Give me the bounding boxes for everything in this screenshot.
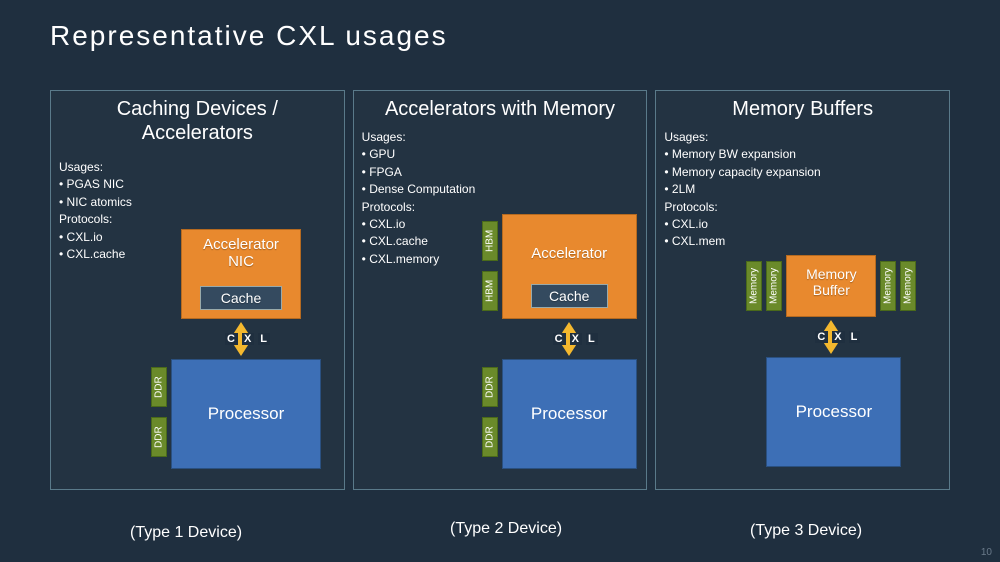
cxl-l: L [586,333,598,345]
panels-row: Caching Devices / Accelerators Usages: P… [50,90,950,490]
panel2-usage-0: GPU [362,146,476,163]
panel3-device-line2: Buffer [787,282,875,298]
panel2-device-line1: Accelerator [531,245,607,262]
panel1-title-line2: Accelerators [142,122,253,144]
cxl-l: L [849,331,861,343]
panel1-cxl-label: CXL [223,333,272,345]
panel3-membuffer-box: Memory Buffer [786,255,876,317]
panel1-processor: Processor [171,359,321,469]
panel3-usage-0: Memory BW expansion [664,146,820,163]
panel2-title: Accelerators with Memory [354,91,647,123]
panel3-usage-2: 2LM [664,181,820,198]
panel3-mem-r0: Memory [880,261,896,311]
panel1-title: Caching Devices / Accelerators [51,91,344,147]
panel1-cache: Cache [200,286,282,310]
panel1-diagram: Accelerator NIC Cache CXL DDR DDR Proces… [51,239,344,489]
caption-type1: (Type 1 Device) [130,524,242,542]
panel2-usage-1: FPGA [362,164,476,181]
panel2-hbm-0: HBM [482,221,498,261]
cxl-c: C [553,333,566,345]
panel2-usages-hdr: Usages: [362,129,476,146]
panel2-ddr-1: DDR [482,417,498,457]
cxl-x: X [242,333,254,345]
panel-type2: Accelerators with Memory Usages: GPU FPG… [353,90,648,490]
panel-type3: Memory Buffers Usages: Memory BW expansi… [655,90,950,490]
cxl-x: X [832,331,844,343]
panel3-diagram: Memory Memory Memory Buffer Memory Memor… [656,239,949,489]
panel3-usage-1: Memory capacity expansion [664,164,820,181]
panel3-title-line1: Memory Buffers [732,98,873,120]
panel-type1: Caching Devices / Accelerators Usages: P… [50,90,345,490]
panel1-usage-0: PGAS NIC [59,176,132,193]
panel3-mem-r1: Memory [900,261,916,311]
cxl-c: C [815,331,828,343]
panel2-ddr-0: DDR [482,367,498,407]
panel3-mem-l1: Memory [766,261,782,311]
panel2-hbm-1: HBM [482,271,498,311]
panel2-usage-2: Dense Computation [362,181,476,198]
panel3-title: Memory Buffers [656,91,949,123]
cxl-c: C [225,333,238,345]
panel1-usage-1: NIC atomics [59,194,132,211]
panel2-proto-0: CXL.io [362,216,476,233]
panel1-device-line2: NIC [182,253,300,270]
panel2-diagram: HBM HBM Accelerator Cache CXL DDR DDR Pr… [354,239,647,489]
cxl-x: X [570,333,582,345]
panel3-cxl-label: CXL [813,331,862,343]
cxl-l: L [258,333,270,345]
panel2-protocols-hdr: Protocols: [362,199,476,216]
panel3-mem-l0: Memory [746,261,762,311]
panel2-processor: Processor [502,359,637,469]
panel2-title-line1: Accelerators with Memory [385,98,615,120]
caption-type3: (Type 3 Device) [750,522,862,540]
panel3-proto-0: CXL.io [664,216,820,233]
panel2-cache: Cache [531,284,608,308]
panel3-processor: Processor [766,357,901,467]
panel3-protocols-hdr: Protocols: [664,199,820,216]
panel1-ddr-0: DDR [151,367,167,407]
panel2-cxl-label: CXL [551,333,600,345]
panel3-bullets: Usages: Memory BW expansion Memory capac… [664,129,820,251]
panel1-accelerator-box: Accelerator NIC Cache [181,229,301,319]
panel1-usages-hdr: Usages: [59,159,132,176]
panel1-title-line1: Caching Devices / [117,98,278,120]
panel1-ddr-1: DDR [151,417,167,457]
panel1-protocols-hdr: Protocols: [59,211,132,228]
slide-title: Representative CXL usages [50,20,448,52]
panel1-device-line1: Accelerator [203,236,279,253]
caption-type2: (Type 2 Device) [450,520,562,538]
page-number: 10 [981,547,992,558]
panel3-usages-hdr: Usages: [664,129,820,146]
panel2-accelerator-box: Accelerator Cache [502,214,637,319]
panel3-device-line1: Memory [806,266,857,282]
